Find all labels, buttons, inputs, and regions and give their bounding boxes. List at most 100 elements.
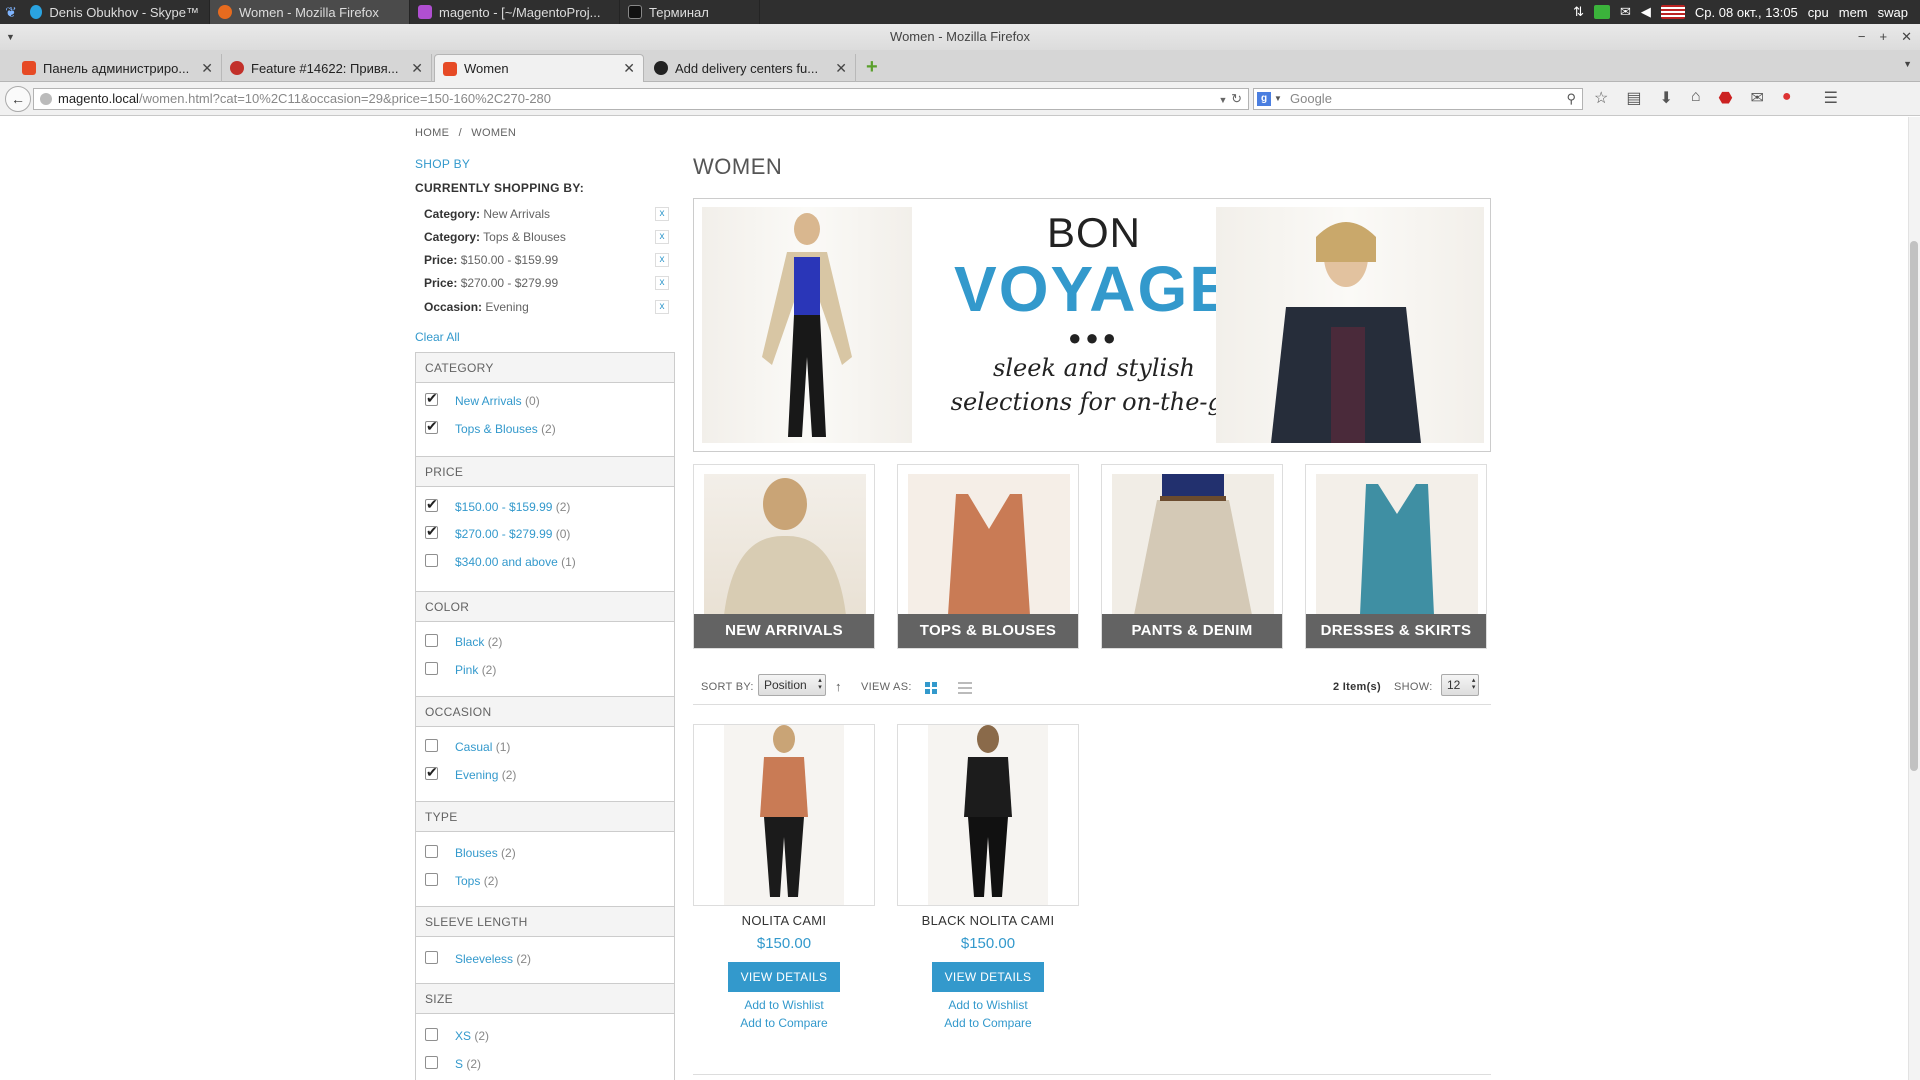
- checkbox[interactable]: [425, 739, 438, 753]
- view-details-button[interactable]: VIEW DETAILS: [931, 962, 1045, 992]
- tab-github[interactable]: Add delivery centers fu... ✕: [646, 54, 856, 82]
- taskbar-task-skype[interactable]: Denis Obukhov - Skype™: [22, 0, 210, 24]
- taskbar-task-terminal[interactable]: Терминал: [620, 0, 760, 24]
- breadcrumb-home-link[interactable]: HOME: [415, 127, 449, 139]
- grid-view-icon[interactable]: [925, 682, 937, 694]
- filter-option-black[interactable]: Black (2): [425, 634, 502, 649]
- keyboard-layout-flag-icon[interactable]: [1660, 5, 1685, 19]
- category-label[interactable]: DRESSES & SKIRTS: [1306, 614, 1486, 648]
- remove-filter-icon[interactable]: x: [655, 230, 669, 244]
- close-tab-icon[interactable]: ✕: [835, 60, 847, 77]
- sort-by-select[interactable]: Position: [758, 674, 826, 696]
- clock[interactable]: Ср. 08 окт., 13:05: [1695, 5, 1798, 20]
- remove-filter-icon[interactable]: x: [655, 300, 669, 314]
- product-image[interactable]: [693, 724, 875, 906]
- filter-option-new-arrivals[interactable]: New Arrivals (0): [425, 390, 540, 408]
- checkbox[interactable]: [425, 951, 438, 965]
- menu-hamburger-icon[interactable]: ☰: [1824, 88, 1838, 108]
- filter-option-price-150[interactable]: $150.00 - $159.99 (2): [425, 496, 570, 514]
- add-to-wishlist-link[interactable]: Add to Wishlist: [897, 998, 1079, 1012]
- home-icon[interactable]: ⌂: [1691, 88, 1701, 108]
- remove-filter-icon[interactable]: x: [655, 253, 669, 267]
- search-engine-dropdown-icon[interactable]: ▼: [1274, 89, 1282, 109]
- close-tab-icon[interactable]: ✕: [201, 60, 213, 77]
- checkbox-checked[interactable]: [425, 496, 438, 513]
- mail-icon[interactable]: ✉: [1620, 4, 1631, 20]
- category-label[interactable]: PANTS & DENIM: [1102, 614, 1282, 648]
- add-to-compare-link[interactable]: Add to Compare: [897, 1016, 1079, 1030]
- checkbox-checked[interactable]: [425, 523, 438, 540]
- search-bar[interactable]: g ▼ Google ⚲: [1253, 88, 1583, 110]
- search-engine-google-icon[interactable]: g: [1257, 92, 1271, 106]
- filter-option-blouses[interactable]: Blouses (2): [425, 845, 516, 860]
- product-name[interactable]: NOLITA CAMI: [693, 913, 875, 928]
- update-ok-icon[interactable]: [1594, 5, 1611, 19]
- close-tab-icon[interactable]: ✕: [623, 60, 635, 77]
- gmail-icon[interactable]: ✉: [1751, 88, 1764, 108]
- filter-option-tops[interactable]: Tops (2): [425, 873, 498, 888]
- promo-banner[interactable]: BON VOYAGE ●●● sleek and stylish selectio…: [693, 198, 1491, 452]
- filter-option-pink[interactable]: Pink (2): [425, 662, 496, 677]
- category-label[interactable]: TOPS & BLOUSES: [898, 614, 1078, 648]
- sort-direction-icon[interactable]: ↑: [835, 679, 842, 694]
- checkbox-checked[interactable]: [425, 418, 438, 435]
- close-window-icon[interactable]: ✕: [1901, 24, 1912, 50]
- extension-icon[interactable]: ●: [1782, 88, 1792, 108]
- checkbox[interactable]: [425, 845, 438, 859]
- filter-option-xs[interactable]: XS (2): [425, 1028, 489, 1043]
- category-label[interactable]: NEW ARRIVALS: [694, 614, 874, 648]
- reload-icon[interactable]: ↻: [1231, 91, 1242, 106]
- remove-filter-icon[interactable]: x: [655, 276, 669, 290]
- checkbox[interactable]: [425, 554, 438, 568]
- tab-list-icon[interactable]: ▼: [1903, 59, 1912, 69]
- limit-select[interactable]: 12: [1441, 674, 1480, 696]
- tab-redmine-feature[interactable]: Feature #14622: Привя... ✕: [222, 54, 432, 82]
- network-icon[interactable]: ⇅: [1573, 4, 1584, 20]
- new-tab-icon[interactable]: +: [866, 56, 878, 79]
- page-scrollbar[interactable]: [1908, 117, 1920, 1080]
- category-tile-tops-blouses[interactable]: TOPS & BLOUSES: [897, 464, 1079, 649]
- filter-option-casual[interactable]: Casual (1): [425, 739, 510, 754]
- scrollbar-thumb[interactable]: [1910, 241, 1918, 771]
- taskbar-task-phpstorm[interactable]: magento - [~/MagentoProj...: [410, 0, 620, 24]
- add-to-wishlist-link[interactable]: Add to Wishlist: [693, 998, 875, 1012]
- clear-all-link[interactable]: Clear All: [415, 330, 460, 344]
- product-name[interactable]: BLACK NOLITA CAMI: [897, 913, 1079, 928]
- filter-option-price-340[interactable]: $340.00 and above (1): [425, 554, 576, 569]
- tab-women[interactable]: Women ✕: [434, 54, 644, 82]
- checkbox[interactable]: [425, 1028, 438, 1042]
- product-image[interactable]: [897, 724, 1079, 906]
- close-tab-icon[interactable]: ✕: [411, 60, 423, 77]
- filter-option-sleeveless[interactable]: Sleeveless (2): [425, 951, 531, 966]
- checkbox-checked[interactable]: [425, 390, 438, 407]
- category-tile-dresses-skirts[interactable]: DRESSES & SKIRTS: [1305, 464, 1487, 649]
- filter-option-tops-blouses[interactable]: Tops & Blouses (2): [425, 418, 556, 436]
- taskbar-task-firefox[interactable]: Women - Mozilla Firefox: [210, 0, 410, 24]
- checkbox[interactable]: [425, 873, 438, 887]
- reading-list-icon[interactable]: ▤: [1626, 88, 1641, 108]
- back-button[interactable]: ←: [5, 86, 31, 112]
- filter-option-price-270[interactable]: $270.00 - $279.99 (0): [425, 523, 570, 541]
- remove-filter-icon[interactable]: x: [655, 207, 669, 221]
- volume-icon[interactable]: ◀: [1641, 4, 1651, 20]
- maximize-icon[interactable]: +: [1880, 24, 1888, 50]
- checkbox[interactable]: [425, 634, 438, 648]
- url-bar[interactable]: magento.local/women.html?cat=10%2C11&occ…: [33, 88, 1249, 110]
- filter-option-s[interactable]: S (2): [425, 1056, 481, 1071]
- checkbox[interactable]: [425, 1056, 438, 1070]
- adblock-icon[interactable]: ⬣: [1719, 88, 1733, 108]
- category-tile-pants-denim[interactable]: PANTS & DENIM: [1101, 464, 1283, 649]
- system-menu-icon[interactable]: ❦: [0, 0, 22, 24]
- site-identity-icon[interactable]: [40, 93, 52, 105]
- list-view-icon[interactable]: [958, 682, 972, 694]
- search-icon[interactable]: ⚲: [1566, 89, 1576, 109]
- bookmark-star-icon[interactable]: ☆: [1594, 88, 1608, 108]
- view-details-button[interactable]: VIEW DETAILS: [727, 962, 841, 992]
- checkbox[interactable]: [425, 662, 438, 676]
- add-to-compare-link[interactable]: Add to Compare: [693, 1016, 875, 1030]
- category-tile-new-arrivals[interactable]: NEW ARRIVALS: [693, 464, 875, 649]
- tab-admin-panel[interactable]: Панель администриро... ✕: [14, 54, 222, 82]
- window-menu-icon[interactable]: ▼: [6, 24, 15, 50]
- filter-option-evening[interactable]: Evening (2): [425, 764, 516, 782]
- url-history-dropdown-icon[interactable]: ▼: [1219, 95, 1228, 105]
